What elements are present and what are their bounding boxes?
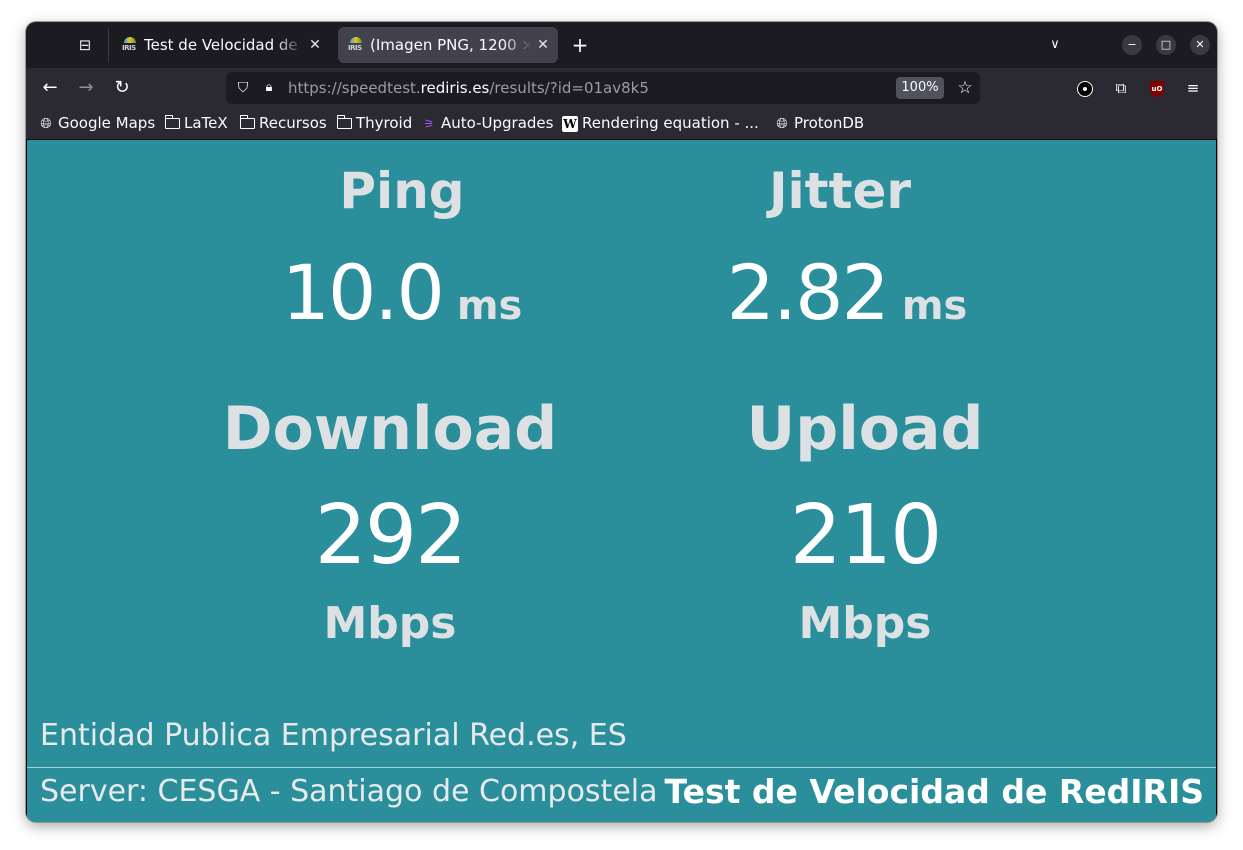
bookmark-auto-upgrades[interactable]: ⚞ Auto-Upgrades — [421, 108, 554, 139]
close-window-button[interactable]: ✕ — [1190, 35, 1210, 55]
back-arrow-icon[interactable]: ← — [38, 76, 62, 100]
folder-icon — [164, 115, 180, 129]
bookmark-rendering-equation[interactable]: W Rendering equation - ... — [562, 108, 759, 139]
server-name: Server: CESGA - Santiago de Compostela — [40, 774, 658, 809]
tab-title: (Imagen PNG, 1200 × 630 píxeles) — [370, 36, 532, 54]
upload-label: Upload — [746, 394, 984, 464]
ublock-origin-icon[interactable]: uO — [1145, 76, 1169, 100]
lock-icon[interactable]: 🔒︎ — [260, 78, 278, 98]
speedtest-result-image: Ping 10.0 ms Jitter 2.82 ms Download 292 M… — [26, 140, 1217, 822]
ping-label: Ping — [339, 162, 465, 220]
tab-bar: ⊟ IRIS Test de Velocidad de RedIRIS ✕ IR… — [26, 22, 1217, 68]
browser-window: ⊟ IRIS Test de Velocidad de RedIRIS ✕ IR… — [26, 22, 1217, 822]
maximize-button[interactable]: □ — [1156, 35, 1176, 55]
tab-image[interactable]: IRIS (Imagen PNG, 1200 × 630 píxeles) ✕ — [338, 27, 558, 63]
bookmark-folder-recursos[interactable]: Recursos — [239, 108, 327, 139]
reload-icon[interactable]: ↻ — [110, 76, 134, 100]
download-unit: Mbps — [323, 598, 457, 649]
url-bar[interactable]: ⛉ 🔒︎ https://speedtest.rediris.es/result… — [226, 72, 980, 104]
tracking-protection-shield-icon[interactable]: ⛉ — [234, 78, 252, 98]
upload-unit: Mbps — [798, 598, 932, 649]
extensions-puzzle-icon[interactable]: ⧉ — [1109, 76, 1133, 100]
firefox-view-icon[interactable]: ⊟ — [74, 34, 96, 56]
rediris-favicon-icon: IRIS — [122, 37, 138, 53]
globe-icon: 🌐︎ — [40, 115, 52, 132]
auto-upgrades-icon: ⚞ — [423, 116, 435, 131]
close-tab-icon[interactable]: ✕ — [304, 37, 326, 53]
menu-hamburger-icon[interactable]: ≡ — [1181, 76, 1205, 100]
rediris-favicon-icon: IRIS — [348, 37, 364, 53]
forward-arrow-icon[interactable]: → — [74, 76, 98, 100]
url-text[interactable]: https://speedtest.rediris.es/results/?id… — [288, 72, 649, 104]
bookmark-protondb[interactable]: 🌐︎ ProtonDB — [774, 108, 864, 139]
nav-bar: ← → ↻ ⛉ 🔒︎ https://speedtest.rediris.es/… — [26, 68, 1217, 108]
bookmarks-toolbar: 🌐︎ Google Maps LaTeX Recursos Thyroid ⚞ Au… — [26, 108, 1217, 140]
tab-speedtest[interactable]: IRIS Test de Velocidad de RedIRIS ✕ — [112, 27, 330, 63]
ping-value: 10.0 ms — [281, 248, 523, 337]
wikipedia-icon: W — [562, 115, 578, 132]
download-label: Download — [222, 394, 558, 464]
zoom-level-badge[interactable]: 100% — [896, 77, 944, 99]
bookmark-google-maps[interactable]: 🌐︎ Google Maps — [38, 108, 155, 139]
upload-value: 210 — [789, 488, 943, 583]
extension-dot-icon[interactable] — [1073, 76, 1097, 100]
isp-name: Entidad Publica Empresarial Red.es, ES — [40, 718, 627, 753]
close-tab-icon[interactable]: ✕ — [532, 37, 554, 53]
folder-icon — [336, 115, 352, 129]
globe-icon: 🌐︎ — [776, 115, 788, 132]
bookmark-folder-latex[interactable]: LaTeX — [164, 108, 228, 139]
footer-divider — [27, 767, 1216, 768]
list-all-tabs-chevron-icon[interactable]: ∨ — [1045, 34, 1065, 56]
brand-title: Test de Velocidad de RedIRIS — [664, 772, 1204, 811]
tab-separator — [108, 28, 109, 62]
new-tab-button[interactable]: + — [569, 34, 591, 56]
bookmark-star-icon[interactable]: ☆ — [954, 77, 976, 99]
bookmark-folder-thyroid[interactable]: Thyroid — [336, 108, 412, 139]
folder-icon — [239, 115, 255, 129]
download-value: 292 — [314, 488, 468, 583]
jitter-label: Jitter — [768, 162, 912, 220]
minimize-button[interactable]: − — [1122, 35, 1142, 55]
tab-title: Test de Velocidad de RedIRIS — [144, 36, 304, 54]
jitter-value: 2.82 ms — [726, 248, 968, 337]
